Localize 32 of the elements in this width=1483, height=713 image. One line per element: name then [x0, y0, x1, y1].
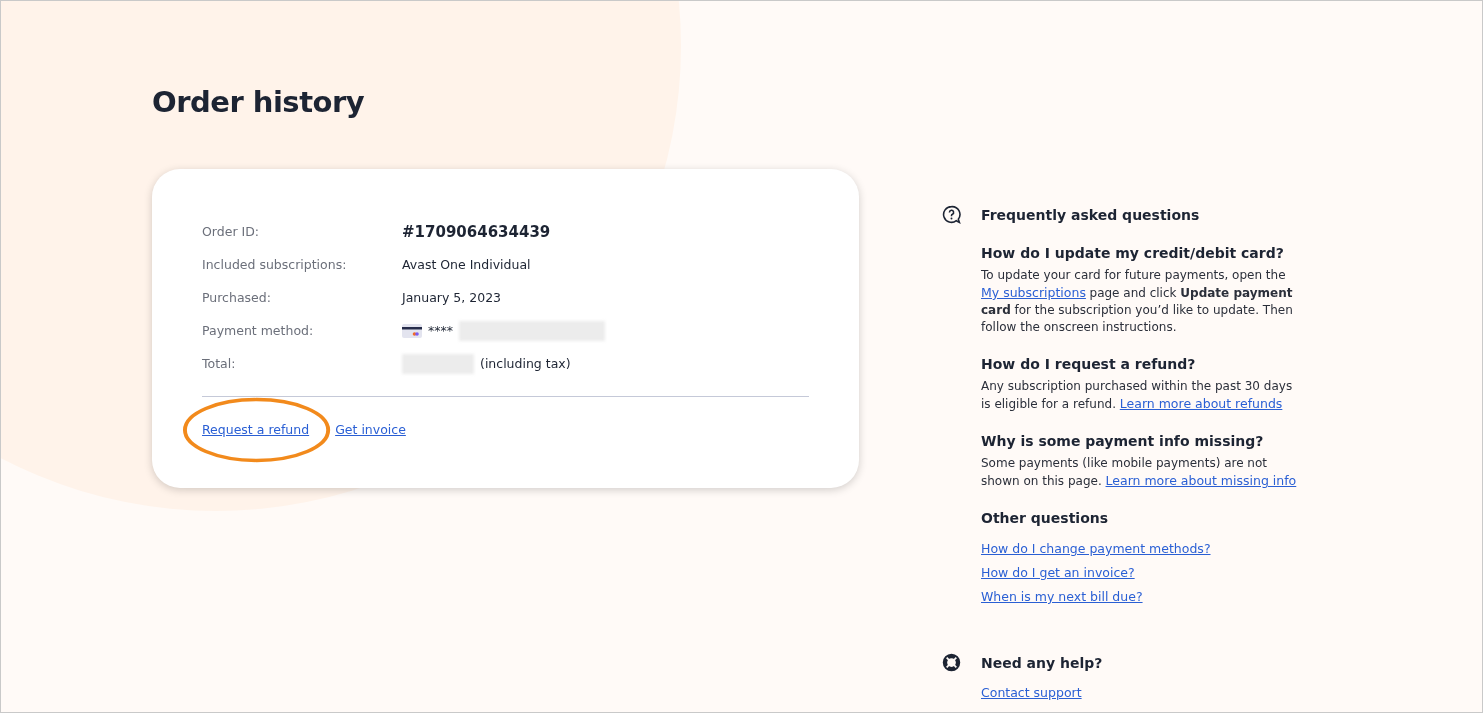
faq-question: Other questions — [981, 510, 1110, 526]
field-value: Avast One Individual — [402, 257, 531, 272]
faq-question: How do I update my credit/debit card? — [981, 245, 1285, 261]
lifebuoy-icon — [941, 652, 962, 673]
faq-question: How do I request a refund? — [981, 356, 1197, 372]
page-title: Order history — [152, 85, 366, 119]
field-label: Total: — [202, 356, 237, 371]
field-value: #1709064634439 — [402, 222, 551, 241]
field-label: Order ID: — [202, 224, 261, 239]
contact-link[interactable]: Contact support — [981, 685, 1082, 700]
faq-link[interactable]: How do I get an invoice? — [981, 565, 1135, 580]
faq-question: Why is some payment info missing? — [981, 433, 1265, 449]
question-bubble-icon — [941, 204, 962, 225]
section-heading: Need any help? — [981, 654, 1103, 671]
credit-card-icon — [402, 323, 422, 338]
card-link[interactable]: Get invoice — [335, 422, 406, 437]
field-label: Purchased: — [202, 290, 272, 305]
section-heading: Frequently asked questions — [981, 206, 1200, 223]
card-link[interactable]: Request a refund — [202, 422, 310, 437]
faq-link[interactable]: How do I change payment methods? — [981, 541, 1211, 556]
field-label: Payment method: — [202, 323, 315, 338]
faq-link[interactable]: Learn more about missing info — [1105, 473, 1297, 488]
faq-link[interactable]: When is my next bill due? — [981, 589, 1143, 604]
faq-answer: Any subscription purchased within the past 30 days is eligible for a refund. Learn more about refunds — [981, 378, 1294, 413]
field-label: Included subscriptions: — [202, 257, 348, 272]
faq-answer: Some payments (like mobile payments) are not shown on this page. Learn more about missing info — [981, 455, 1298, 490]
faq-answer: To update your card for future payments, open the My subscriptions page and click Update payment card for the subscription you’d like to update. Then follow the onscreen instructions. — [981, 267, 1294, 336]
faq-link[interactable]: Learn more about refunds — [1119, 396, 1283, 411]
field-value: (including tax) — [480, 356, 571, 371]
field-value: January 5, 2023 — [402, 290, 502, 305]
faq-link[interactable]: My subscriptions — [981, 285, 1086, 300]
card-number: **** — [428, 323, 453, 338]
